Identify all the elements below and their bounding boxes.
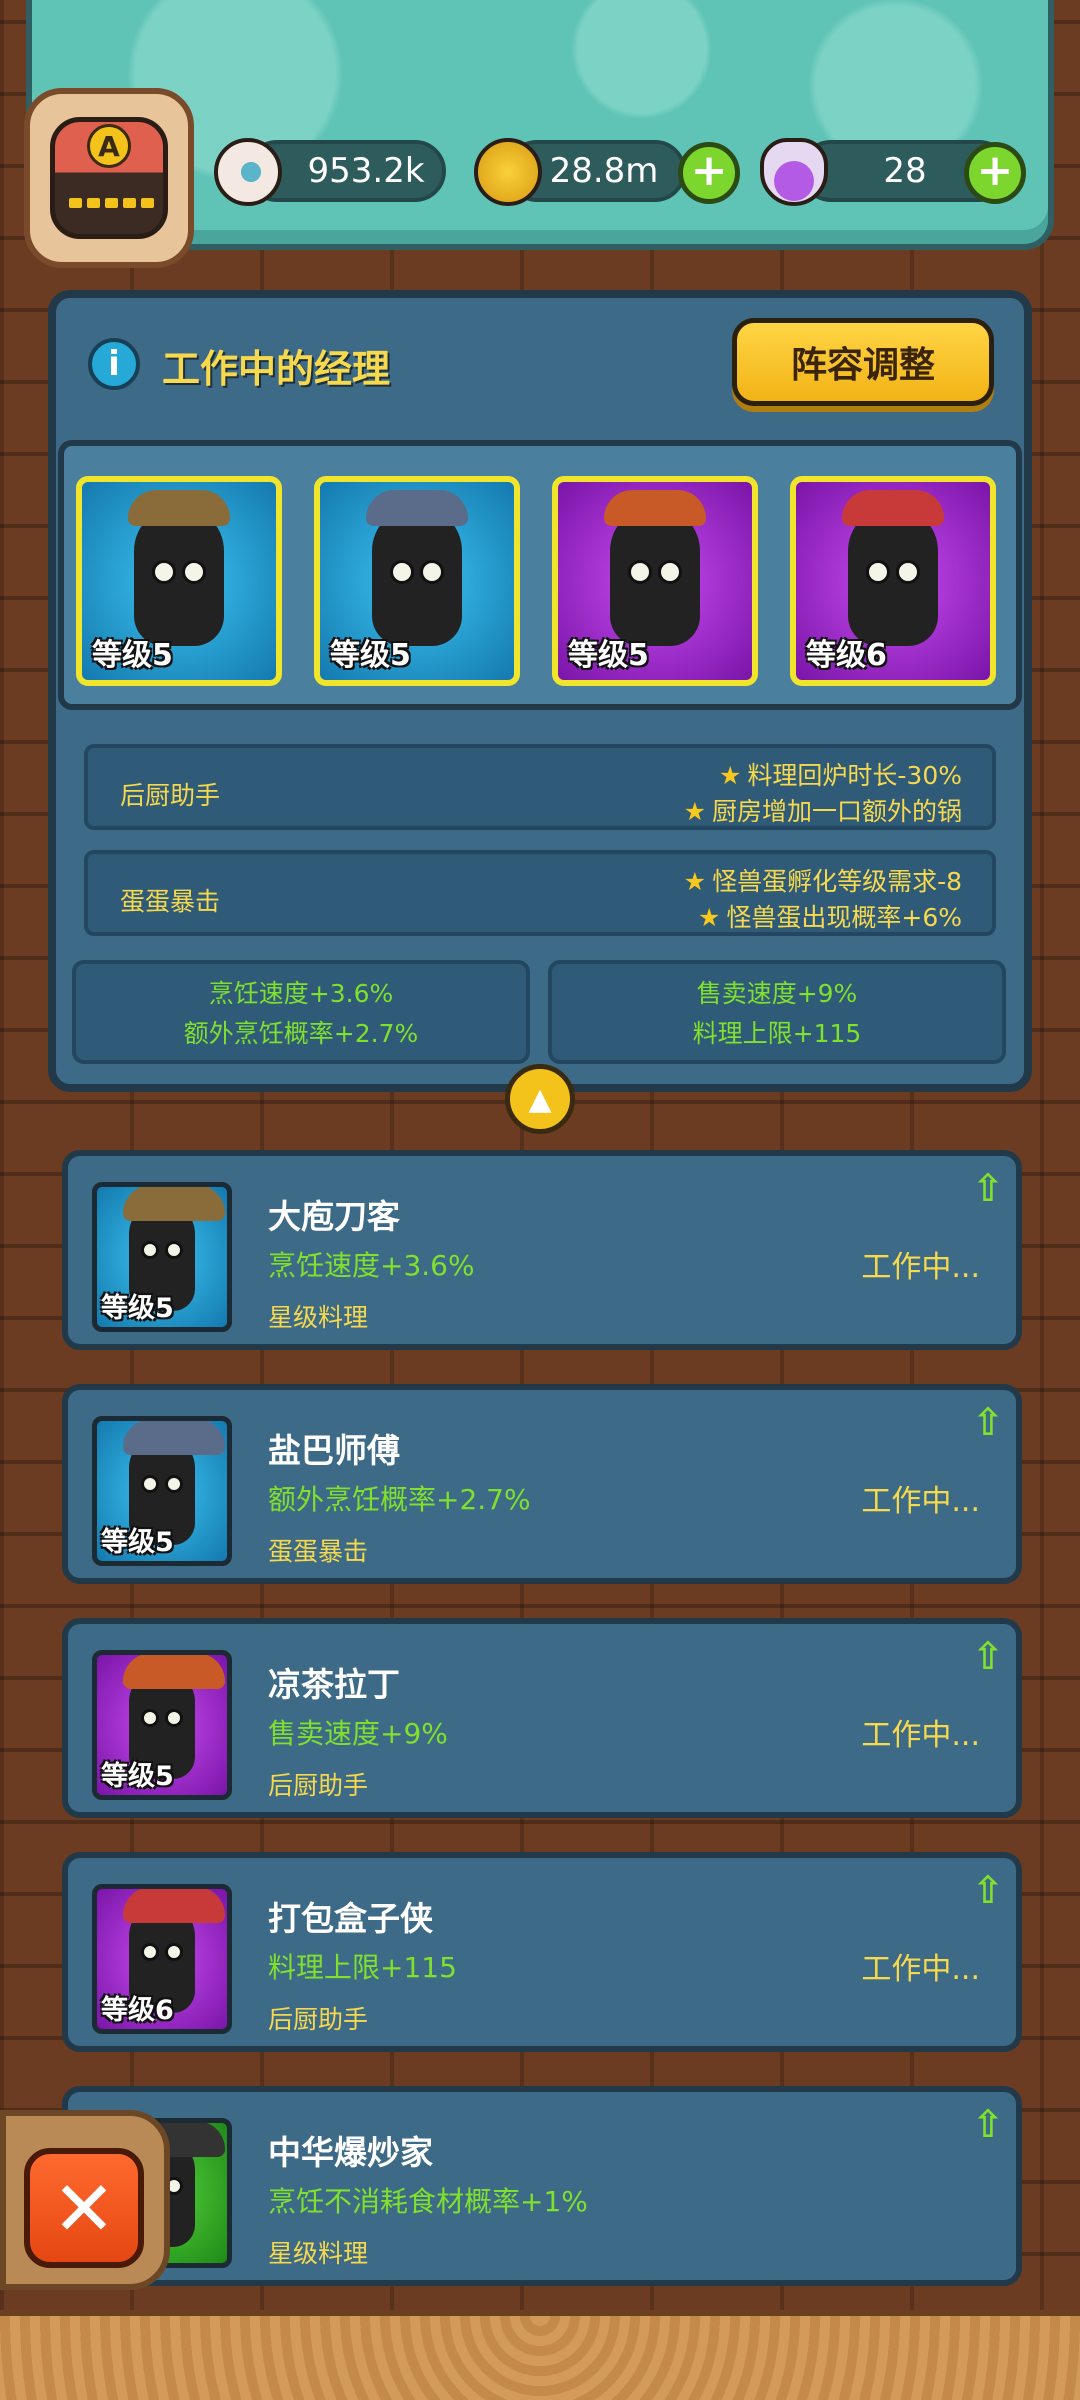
- bonus-name: 后厨助手: [120, 781, 221, 810]
- manager-list-item[interactable]: 等级5 凉茶拉丁售卖速度+9% 后厨助手 工作中... ⇧: [62, 1618, 1022, 1818]
- upgrade-arrow-icon[interactable]: ⇧: [968, 1636, 1008, 1680]
- collapse-button[interactable]: ▲: [505, 1064, 575, 1134]
- manager-list-item[interactable]: 等级6 打包盒子侠料理上限+115 后厨助手 工作中... ⇧: [62, 1852, 1022, 2052]
- avatar-portrait: A: [50, 117, 168, 239]
- bonus-line: ★ 怪兽蛋孵化等级需求-8: [683, 867, 962, 896]
- player-avatar[interactable]: A: [24, 88, 194, 268]
- working-status: 工作中...: [861, 1952, 980, 1987]
- bonus-line: ★ 怪兽蛋出现概率+6%: [697, 903, 962, 932]
- floor-decoration: [0, 2310, 1080, 2400]
- manager-skill: 后厨助手: [268, 1771, 369, 1800]
- stat-line: 烹饪速度+3.6%: [208, 979, 394, 1008]
- manager-level: 等级5: [101, 1527, 174, 1558]
- sales-stats-box: 售卖速度+9% 料理上限+115: [548, 960, 1006, 1064]
- rank-progress: [69, 198, 154, 208]
- star-icon: ★: [718, 761, 742, 790]
- working-status: 工作中...: [861, 1250, 980, 1285]
- manager-portrait: 等级5: [92, 1416, 232, 1566]
- stat-line: 额外烹饪概率+2.7%: [183, 1019, 419, 1048]
- chevron-up-icon: ▲: [528, 1081, 552, 1117]
- manager-portrait: [128, 490, 230, 646]
- board-title: 工作中的经理: [162, 347, 391, 391]
- bonus-row-kitchen-helper: 后厨助手 ★ 料理回炉时长-30% ★ 厨房增加一口额外的锅: [84, 744, 996, 830]
- manager-level: 等级5: [330, 638, 411, 673]
- bonus-line: ★ 料理回炉时长-30%: [718, 761, 962, 790]
- info-icon[interactable]: i: [88, 338, 140, 390]
- manager-skill: 后厨助手: [268, 2005, 369, 2034]
- upgrade-arrow-icon[interactable]: ⇧: [968, 1870, 1008, 1914]
- manager-name: 大庖刀客: [268, 1197, 400, 1236]
- manager-bonus: 额外烹饪概率+2.7%: [268, 1483, 531, 1516]
- manager-skill: 星级料理: [268, 1303, 369, 1332]
- cooking-stats-box: 烹饪速度+3.6% 额外烹饪概率+2.7%: [72, 960, 530, 1064]
- potion-flask-icon: [760, 138, 828, 206]
- manager-bonus: 料理上限+115: [268, 1951, 457, 1984]
- manager-skill: 星级料理: [268, 2239, 369, 2268]
- manager-card[interactable]: 等级5: [76, 476, 282, 686]
- manager-list-item[interactable]: 中华爆炒家烹饪不消耗食材概率+1% 星级料理 ⇧: [62, 2086, 1022, 2286]
- manager-level: 等级5: [101, 1761, 174, 1792]
- star-icon: ★: [683, 797, 706, 826]
- manager-level: 等级6: [101, 1995, 174, 2026]
- manager-bonus: 烹饪速度+3.6%: [268, 1249, 475, 1282]
- manager-card[interactable]: 等级5: [552, 476, 758, 686]
- star-icon: ★: [683, 867, 707, 896]
- upgrade-arrow-icon[interactable]: ⇧: [968, 1402, 1008, 1446]
- add-potions-button[interactable]: +: [964, 142, 1026, 204]
- manager-level: 等级5: [92, 638, 173, 673]
- rank-badge: A: [87, 124, 131, 168]
- add-coins-button[interactable]: +: [678, 142, 740, 204]
- manager-portrait: [366, 490, 468, 646]
- manager-portrait: 等级5: [92, 1182, 232, 1332]
- eyeball-icon: [214, 138, 282, 206]
- manager-bonus: 烹饪不消耗食材概率+1%: [268, 2185, 588, 2218]
- manager-portrait: [842, 490, 944, 646]
- manager-name: 盐巴师傅: [268, 1431, 400, 1470]
- manager-skill: 蛋蛋暴击: [268, 1537, 369, 1566]
- manager-level: 等级5: [101, 1293, 174, 1324]
- manager-portrait: 等级6: [92, 1884, 232, 2034]
- stat-line: 售卖速度+9%: [696, 979, 858, 1008]
- upgrade-arrow-icon[interactable]: ⇧: [968, 2104, 1008, 2148]
- manager-level: 等级5: [568, 638, 649, 673]
- stat-line: 料理上限+115: [692, 1019, 862, 1048]
- lineup-adjust-button[interactable]: 阵容调整: [732, 318, 994, 406]
- manager-list-item[interactable]: 等级5 盐巴师傅额外烹饪概率+2.7% 蛋蛋暴击 工作中... ⇧: [62, 1384, 1022, 1584]
- manager-name: 凉茶拉丁: [268, 1665, 400, 1704]
- manager-portrait: 等级5: [92, 1650, 232, 1800]
- manager-card[interactable]: 等级6: [790, 476, 996, 686]
- manager-name: 打包盒子侠: [268, 1899, 433, 1938]
- manager-level: 等级6: [806, 638, 887, 673]
- eyes-value: 953.2k: [307, 151, 425, 191]
- bonus-line: ★ 厨房增加一口额外的锅: [683, 797, 962, 826]
- close-button[interactable]: ✕: [24, 2148, 144, 2268]
- manager-list-item[interactable]: 等级5 大庖刀客烹饪速度+3.6% 星级料理 工作中... ⇧: [62, 1150, 1022, 1350]
- working-status: 工作中...: [861, 1718, 980, 1753]
- manager-bonus: 售卖速度+9%: [268, 1717, 448, 1750]
- potions-value: 28: [883, 151, 927, 191]
- manager-portrait: [604, 490, 706, 646]
- gold-coin-icon: [474, 138, 542, 206]
- bonus-row-egg-crit: 蛋蛋暴击 ★ 怪兽蛋孵化等级需求-8 ★ 怪兽蛋出现概率+6%: [84, 850, 996, 936]
- upgrade-arrow-icon[interactable]: ⇧: [968, 1168, 1008, 1212]
- bonus-name: 蛋蛋暴击: [120, 887, 221, 916]
- coins-value: 28.8m: [549, 151, 659, 191]
- working-status: 工作中...: [861, 1484, 980, 1519]
- close-icon: ✕: [52, 2163, 116, 2253]
- manager-name: 中华爆炒家: [268, 2133, 433, 2172]
- star-icon: ★: [697, 903, 721, 932]
- manager-card[interactable]: 等级5: [314, 476, 520, 686]
